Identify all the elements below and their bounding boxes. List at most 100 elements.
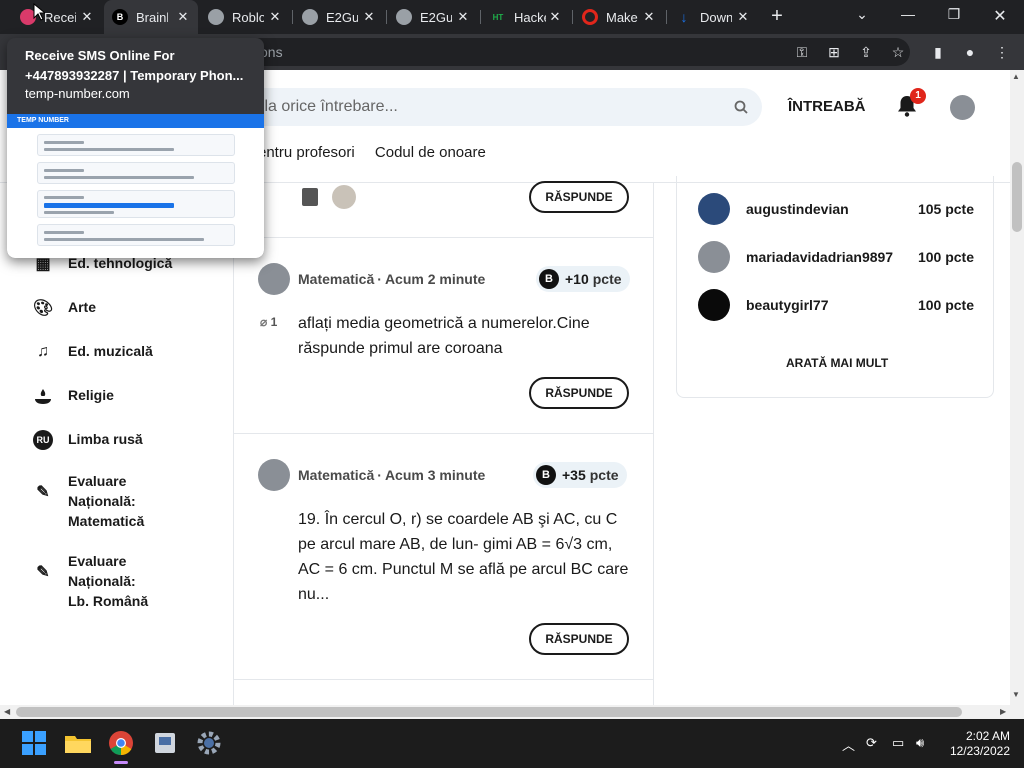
points-badge: B +10 pcte — [536, 266, 630, 292]
close-icon[interactable]: ✕ — [642, 9, 656, 25]
sync-icon[interactable]: ⟳ — [866, 735, 877, 751]
leaderboard-points: 100 pcte — [917, 249, 974, 265]
network-icon[interactable]: ▭ — [892, 735, 904, 751]
side-panel-icon[interactable]: ▮ — [930, 44, 946, 60]
sidebar-item-limba-rusa[interactable]: RU Limba rusă — [32, 429, 158, 451]
scroll-down-arrow-icon[interactable]: ▼ — [1012, 690, 1020, 699]
tab-e2gu-1[interactable]: E2Gu ✕ — [294, 0, 384, 34]
sidebar-item-en-matematica[interactable]: ✎ Evaluare Națională: Matematică — [32, 471, 158, 531]
share-icon[interactable]: ⇪ — [858, 44, 874, 60]
tab-divider — [292, 10, 293, 24]
horizontal-scroll-thumb[interactable] — [16, 707, 962, 717]
tab-roblox[interactable]: Roblo ✕ — [200, 0, 290, 34]
points-value: +35 — [562, 467, 586, 483]
thumbnail-text-line — [44, 176, 194, 179]
thumbnail-header: TEMP NUMBER — [7, 114, 264, 128]
answer-button[interactable]: RĂSPUNDE — [529, 623, 629, 655]
tab-hacker[interactable]: HT Hacke ✕ — [482, 0, 570, 34]
star-icon[interactable]: ☆ — [890, 44, 906, 60]
question-subject[interactable]: Matematică — [298, 271, 374, 287]
close-icon[interactable]: ✕ — [268, 9, 282, 25]
sidebar-item-ed-muzicala[interactable]: ♫ Ed. muzicală — [32, 341, 158, 363]
leaderboard-row[interactable]: beautygirl77 100 pcte — [698, 289, 974, 321]
answer-button[interactable]: RĂSPUNDE — [529, 181, 629, 213]
close-icon[interactable]: ✕ — [548, 9, 562, 25]
ring-logo-icon — [582, 9, 598, 25]
music-note-icon: ♫ — [37, 343, 49, 360]
settings-gear-icon[interactable] — [193, 727, 225, 759]
new-tab-button[interactable]: + — [766, 5, 788, 27]
profile-icon[interactable]: ● — [962, 44, 978, 60]
ask-question-button[interactable]: ÎNTREABĂ — [788, 98, 866, 115]
question-text[interactable]: 19. În cercul O, r) se coardele AB şi AC… — [298, 507, 634, 607]
volume-icon[interactable]: 🔊︎ — [916, 735, 924, 751]
search-icon[interactable] — [734, 88, 748, 140]
scroll-right-arrow-icon[interactable]: ▶ — [1000, 707, 1006, 716]
tab-brainly[interactable]: B Brainl ✕ — [104, 0, 198, 34]
question-text[interactable]: aflați media geometrică a numerelor.Cine… — [298, 311, 634, 361]
tab-title: Brainl — [136, 9, 168, 25]
search-input[interactable]: s la orice întrebare... — [232, 88, 762, 126]
tab-hover-card: Receive SMS Online For +447893932287 | T… — [7, 38, 264, 258]
sidebar-item-religie[interactable]: Religie — [32, 385, 158, 407]
leaderboard-row[interactable]: mariadavidadrian9897 100 pcte — [698, 241, 974, 273]
question-header: Matematică · Acum 3 minute — [258, 459, 485, 491]
question-header: Matematică · Acum 2 minute — [258, 263, 485, 295]
clock-time: 2:02 AM — [965, 729, 1010, 743]
sidebar-item-arte[interactable]: 🎨︎ Arte — [32, 297, 158, 319]
installer-app-icon[interactable] — [149, 727, 181, 759]
globe-icon — [302, 9, 318, 25]
thumbnail-sms-card — [37, 134, 235, 156]
user-avatar[interactable] — [950, 95, 975, 120]
minimize-icon[interactable]: — — [898, 6, 918, 22]
tab-divider — [386, 10, 387, 24]
close-icon[interactable]: ✕ — [80, 9, 94, 25]
tab-download[interactable]: ↓ Down ✕ — [668, 0, 758, 34]
question-divider — [233, 433, 653, 434]
scroll-up-arrow-icon[interactable]: ▲ — [1012, 72, 1020, 81]
nav-link-honor-code[interactable]: Codul de onoare — [375, 144, 486, 161]
tab-title: Hacke — [514, 9, 546, 25]
thumbnail-sms-card — [37, 162, 235, 184]
file-explorer-icon[interactable] — [62, 727, 94, 759]
close-icon[interactable]: ✕ — [362, 9, 376, 25]
tab-title: Make — [606, 9, 638, 25]
system-clock[interactable]: 2:02 AM 12/23/2022 — [944, 729, 1010, 759]
close-window-icon[interactable]: ✕ — [990, 6, 1010, 26]
windows-start-icon[interactable] — [18, 727, 50, 759]
leaderboard-username: beautygirl77 — [746, 297, 829, 313]
key-icon[interactable]: ⚿ — [794, 44, 810, 60]
answer-button[interactable]: RĂSPUNDE — [529, 377, 629, 409]
chrome-icon[interactable] — [105, 727, 137, 764]
asker-avatar[interactable] — [258, 263, 290, 295]
tab-e2gu-2[interactable]: E2Gu ✕ — [388, 0, 478, 34]
scroll-left-arrow-icon[interactable]: ◀ — [4, 707, 10, 716]
tab-search-chevron-icon[interactable]: ⌄ — [852, 6, 872, 23]
nav-link-teachers[interactable]: entru profesori — [258, 144, 355, 161]
question-subject[interactable]: Matematică — [298, 467, 374, 483]
maximize-icon[interactable]: ❐ — [944, 6, 964, 23]
menu-kebab-icon[interactable]: ⋮ — [994, 44, 1010, 60]
question-divider — [233, 237, 653, 238]
sidebar-item-en-lb-romana[interactable]: ✎ Evaluare Națională: Lb. Română — [32, 551, 158, 611]
ht-logo-icon: HT — [492, 12, 504, 22]
chevron-up-icon[interactable]: ︿ — [842, 735, 855, 754]
points-unit: pcte — [589, 467, 619, 483]
close-icon[interactable]: ✕ — [456, 9, 470, 25]
candle-icon — [32, 385, 54, 407]
tab-make[interactable]: Make ✕ — [574, 0, 664, 34]
tab-title: E2Gu — [326, 9, 358, 25]
vertical-scroll-thumb[interactable] — [1012, 162, 1022, 232]
translate-icon[interactable]: ⊞ — [826, 44, 842, 60]
show-more-button[interactable]: ARATĂ MAI MULT — [786, 356, 888, 370]
close-icon[interactable]: ✕ — [736, 9, 750, 25]
leaderboard-row[interactable]: augustindevian 105 pcte — [698, 193, 974, 225]
question-divider — [233, 679, 653, 680]
sidebar-item-label: Evaluare Națională: Matematică — [68, 473, 145, 529]
points-badge: B +35 pcte — [533, 462, 627, 488]
close-icon[interactable]: ✕ — [176, 9, 190, 25]
document-icon — [302, 188, 318, 206]
answerer-avatar — [332, 185, 356, 209]
asker-avatar[interactable] — [258, 459, 290, 491]
tab-receive-sms[interactable]: Receiv ✕ — [12, 0, 102, 34]
